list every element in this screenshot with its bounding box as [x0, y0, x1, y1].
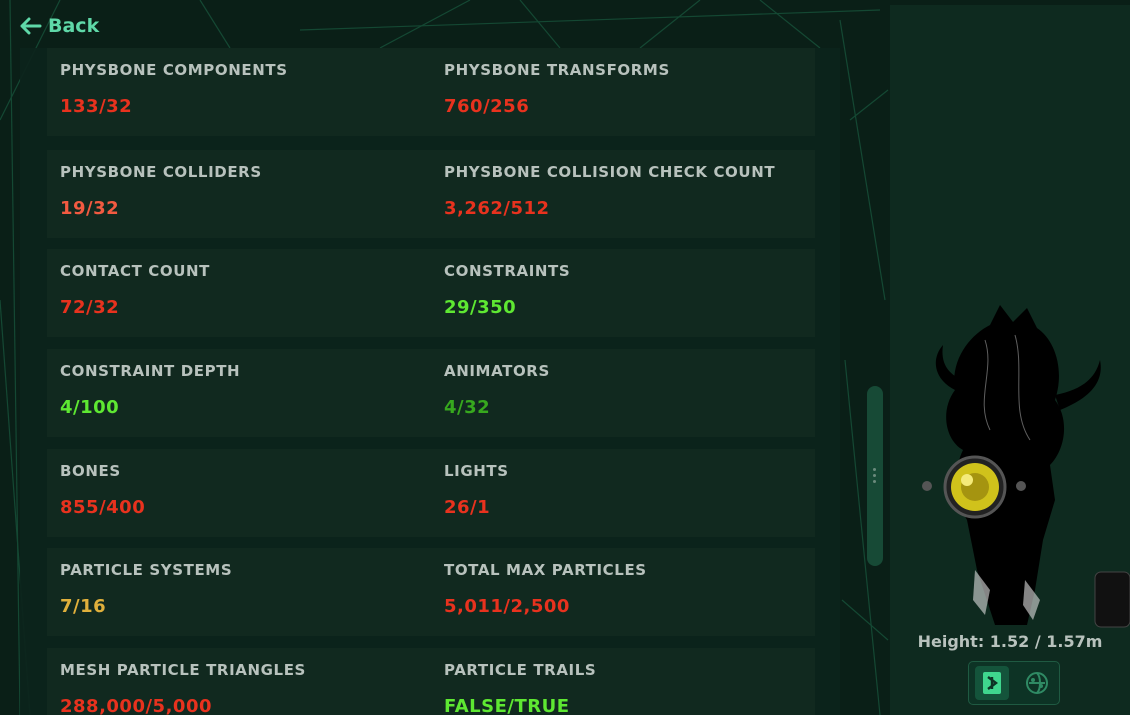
- stat-value: FALSE/TRUE: [444, 696, 570, 715]
- stat-label: PHYSBONE COMPONENTS: [60, 61, 288, 79]
- stat-label: CONSTRAINT DEPTH: [60, 362, 241, 380]
- stat-value: 5,011/2,500: [444, 596, 570, 617]
- stat-row: PHYSBONE COLLIDERS 19/32 PHYSBONE COLLIS…: [47, 150, 815, 238]
- quest-platform-icon: [1025, 672, 1048, 694]
- stat-row: CONTACT COUNT 72/32 CONSTRAINTS 29/350: [47, 249, 815, 337]
- quest-platform-toggle[interactable]: [1020, 666, 1054, 700]
- stat-label: PHYSBONE TRANSFORMS: [444, 61, 670, 79]
- stat-value: 133/32: [60, 96, 133, 117]
- stat-value: 72/32: [60, 297, 120, 318]
- stat-label: BONES: [60, 462, 121, 480]
- stat-label: PHYSBONE COLLIDERS: [60, 163, 262, 181]
- stat-value: 760/256: [444, 96, 530, 117]
- back-button[interactable]: Back: [20, 12, 99, 40]
- stat-value: 4/32: [444, 397, 491, 418]
- scrollbar[interactable]: [867, 386, 883, 566]
- performance-stats-panel: PHYSBONE COMPONENTS 133/32 PHYSBONE TRAN…: [20, 48, 840, 715]
- arrow-left-icon: [20, 17, 42, 35]
- stat-label: PARTICLE SYSTEMS: [60, 561, 233, 579]
- stat-row: BONES 855/400 LIGHTS 26/1: [47, 449, 815, 537]
- stat-value: 19/32: [60, 198, 120, 219]
- back-label: Back: [48, 15, 100, 37]
- stat-row: PHYSBONE COMPONENTS 133/32 PHYSBONE TRAN…: [47, 48, 815, 136]
- stat-label: CONTACT COUNT: [60, 262, 210, 280]
- stat-value: 29/350: [444, 297, 517, 318]
- stat-value: 3,262/512: [444, 198, 550, 219]
- stat-label: LIGHTS: [444, 462, 509, 480]
- stat-value: 26/1: [444, 497, 491, 518]
- stat-value: 7/16: [60, 596, 107, 617]
- stat-label: CONSTRAINTS: [444, 262, 571, 280]
- stat-row: MESH PARTICLE TRIANGLES 288,000/5,000 PA…: [47, 648, 815, 715]
- stat-row: PARTICLE SYSTEMS 7/16 TOTAL MAX PARTICLE…: [47, 548, 815, 636]
- pc-platform-toggle[interactable]: [974, 666, 1009, 700]
- stat-row: CONSTRAINT DEPTH 4/100 ANIMATORS 4/32: [47, 349, 815, 437]
- stat-label: MESH PARTICLE TRIANGLES: [60, 661, 306, 679]
- stat-value: 855/400: [60, 497, 146, 518]
- stat-label: PARTICLE TRAILS: [444, 661, 597, 679]
- avatar-height: Height: 1.52 / 1.57m: [917, 632, 1103, 651]
- stat-value: 4/100: [60, 397, 120, 418]
- platform-toggle: [968, 661, 1060, 705]
- stat-value: 288,000/5,000: [60, 696, 212, 715]
- stat-label: ANIMATORS: [444, 362, 550, 380]
- avatar-preview[interactable]: [915, 300, 1130, 630]
- pc-platform-icon: [982, 672, 1001, 694]
- scroll-grip-icon: [873, 468, 877, 486]
- stat-label: TOTAL MAX PARTICLES: [444, 561, 647, 579]
- stat-label: PHYSBONE COLLISION CHECK COUNT: [444, 163, 776, 181]
